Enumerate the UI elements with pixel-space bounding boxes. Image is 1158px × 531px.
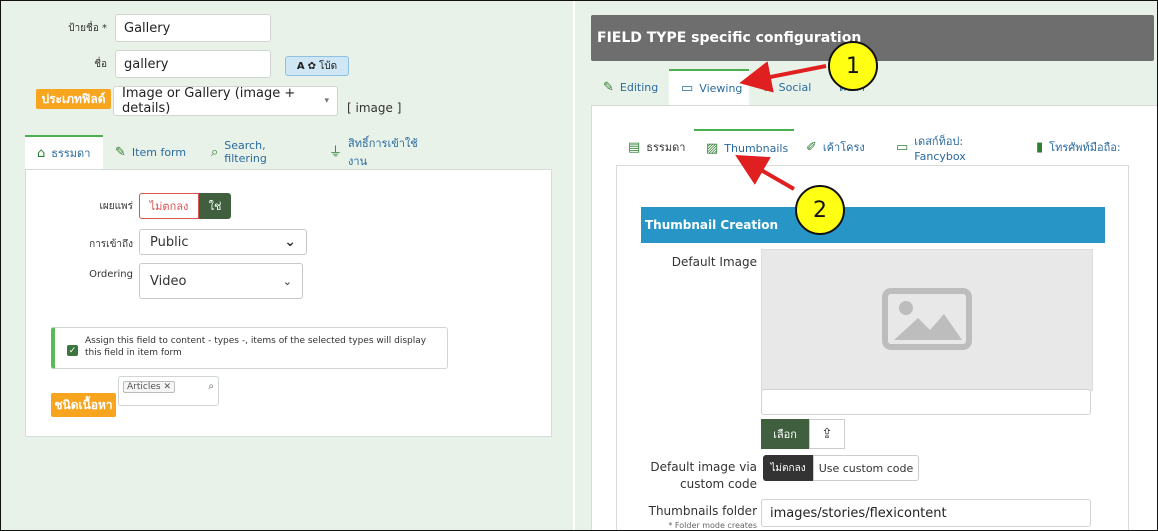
label-field-label: ป้ายชื่อ * <box>68 23 107 34</box>
code-button[interactable]: A ✿ โบ้ด <box>285 56 349 76</box>
custom-code-yes-option[interactable]: Use custom code <box>813 455 919 481</box>
image-placeholder-icon <box>882 288 972 350</box>
ordering-select[interactable]: Video ⌄ <box>139 263 303 299</box>
field-type-tag: [ image ] <box>347 101 402 115</box>
select-image-button[interactable]: เลือก <box>761 419 809 449</box>
chevron-down-icon: ⌄ <box>282 274 292 288</box>
custom-code-no-option[interactable]: ไม่ตกลง <box>763 455 813 481</box>
gear-icon: ✿ <box>307 60 316 72</box>
tab-item-form[interactable]: ✎ Item form <box>103 135 199 169</box>
subtab-layout[interactable]: ✐ เค้าโครง <box>794 129 884 165</box>
checkbox-icon[interactable]: ✓ <box>67 345 78 356</box>
monitor-icon: ▭ <box>896 139 909 155</box>
access-select[interactable]: Public ⌄ <box>139 229 307 255</box>
search-icon: ⌕ <box>208 381 214 392</box>
name-input[interactable]: gallery <box>115 50 271 78</box>
tab-social[interactable]: ⚇ Social <box>749 69 827 105</box>
subtab-general[interactable]: ▤ ธรรมดา <box>616 129 694 165</box>
name-field-label: ชื่อ <box>94 59 107 70</box>
left-tabs: ⌂ ธรรมดา ✎ Item form ⌕ Search, filtering… <box>25 135 437 169</box>
upload-icon[interactable]: ⇪ <box>809 419 845 449</box>
tab-general[interactable]: ⌂ ธรรมดา <box>25 135 103 169</box>
publish-toggle: ไม่ตกลง ใช่ <box>139 193 231 219</box>
annotation-marker-1: 1 <box>828 41 878 91</box>
default-image-path-input[interactable] <box>761 389 1091 415</box>
content-type-select[interactable]: Articles ✕ ⌕ <box>118 376 219 406</box>
font-icon: A <box>296 60 305 72</box>
screenshot-frame: ป้ายชื่อ * Gallery ชื่อ gallery A ✿ โบ้ด… <box>0 0 1158 531</box>
subtab-mobile[interactable]: ▮ โทรศัพท์มือถือ: <box>1024 129 1144 165</box>
users-icon: ⚇ <box>761 79 773 95</box>
content-type-badge: ชนิดเนื้อหา <box>51 393 116 417</box>
publish-yes-option[interactable]: ใช่ <box>199 193 231 219</box>
edit-icon: ✎ <box>603 79 614 95</box>
id-card-icon: ▤ <box>628 139 641 155</box>
default-image-preview <box>761 249 1093 391</box>
mobile-icon: ▮ <box>1036 139 1044 155</box>
tab-search-filtering[interactable]: ⌕ Search, filtering <box>199 135 317 169</box>
tab-access[interactable]: ⏚ สิทธิ์การเข้าใช้งาน <box>317 135 437 169</box>
thumbnails-folder-note: * Folder mode creates <box>668 521 757 530</box>
field-type-badge: ประเภทฟิลด์ <box>36 89 111 109</box>
label-input[interactable]: Gallery <box>115 14 271 42</box>
viewing-subtabs: ▤ ธรรมดา ▨ Thumbnails ✐ เค้าโครง ▭ เดสก์… <box>616 129 1144 165</box>
monitor-icon: ▭ <box>681 80 694 96</box>
publish-no-option[interactable]: ไม่ตกลง <box>139 193 199 219</box>
thumbnail-creation-header: Thumbnail Creation <box>641 207 1105 243</box>
assign-note: ✓ Assign this field to content - types -… <box>51 327 448 369</box>
default-image-label: Default Image <box>671 255 757 269</box>
custom-code-label: Default image via custom code <box>650 460 757 491</box>
tab-editing[interactable]: ✎ Editing <box>591 69 669 105</box>
plug-icon: ⏚ <box>329 144 343 160</box>
ordering-label: Ordering <box>89 269 133 280</box>
access-label: การเข้าถึง <box>89 239 133 250</box>
search-icon: ⌕ <box>211 144 219 160</box>
field-properties-panel: ป้ายชื่อ * Gallery ชื่อ gallery A ✿ โบ้ด… <box>1 1 573 530</box>
subtab-desktop-fancybox[interactable]: ▭ เดสก์ท็อป: Fancybox <box>884 129 1024 165</box>
image-icon: ▨ <box>706 140 719 156</box>
subtab-thumbnails[interactable]: ▨ Thumbnails <box>694 129 794 165</box>
tab-viewing[interactable]: ▭ Viewing <box>669 69 749 105</box>
content-type-tag: Articles ✕ <box>123 381 175 393</box>
field-type-select[interactable]: Image or Gallery (image + details) ▾ <box>113 86 338 116</box>
remove-tag-icon[interactable]: ✕ <box>163 382 171 392</box>
annotation-marker-2: 2 <box>795 185 845 235</box>
chevron-down-icon: ⌄ <box>284 234 296 250</box>
thumbnails-folder-input[interactable]: images/stories/flexicontent <box>761 499 1091 527</box>
publish-label: เผยแพร่ <box>99 201 133 212</box>
edit-icon: ✎ <box>115 144 126 160</box>
thumbnails-folder-label: Thumbnails folder <box>648 504 757 518</box>
home-icon: ⌂ <box>37 145 46 161</box>
config-tabs: ✎ Editing ▭ Viewing ⚇ Social ตั้งค่า <box>591 69 927 105</box>
custom-code-toggle: ไม่ตกลง Use custom code <box>763 455 919 481</box>
brush-icon: ✐ <box>806 139 817 155</box>
chevron-down-icon: ▾ <box>324 96 329 106</box>
